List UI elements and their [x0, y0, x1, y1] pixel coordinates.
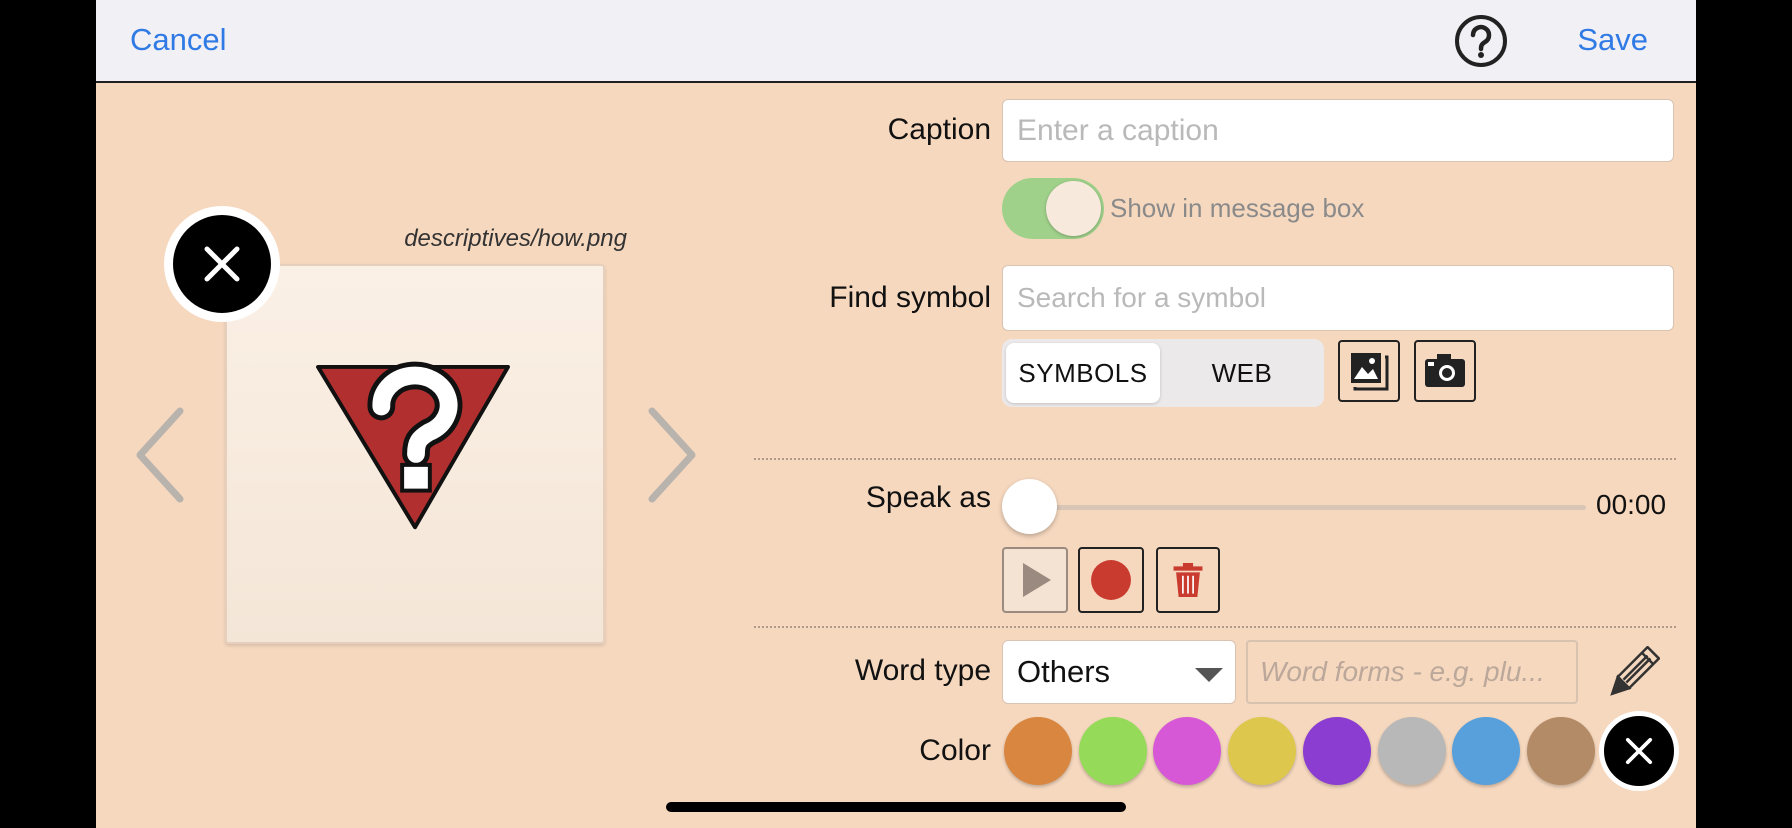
dropdown-arrow-icon — [1195, 668, 1223, 682]
edit-button-screen: Cancel Save descriptives/how.png Caption… — [96, 0, 1696, 828]
section-divider — [754, 626, 1676, 628]
word-forms-input[interactable] — [1246, 640, 1578, 704]
color-label: Color — [919, 734, 991, 767]
symbol-filename: descriptives/how.png — [404, 225, 627, 252]
photo-gallery-button[interactable] — [1338, 340, 1400, 402]
clear-color-button[interactable] — [1599, 711, 1679, 791]
trash-icon — [1173, 563, 1203, 597]
previous-arrow-icon[interactable] — [132, 405, 188, 505]
caption-label: Caption — [887, 113, 991, 146]
help-icon[interactable] — [1454, 14, 1508, 68]
question-triangle-icon — [316, 361, 510, 530]
symbol-preview-card[interactable] — [225, 264, 605, 644]
play-button[interactable] — [1002, 547, 1068, 613]
camera-icon — [1425, 354, 1465, 387]
audio-time: 00:00 — [1596, 489, 1667, 520]
color-swatch[interactable] — [1452, 717, 1521, 785]
camera-button[interactable] — [1414, 340, 1476, 402]
word-type-value: Others — [1017, 654, 1111, 689]
tab-web[interactable]: WEB — [1164, 343, 1320, 403]
caption-input[interactable] — [1002, 99, 1674, 162]
symbol-source-segmented-control: SYMBOLS WEB — [1002, 339, 1324, 407]
cancel-button[interactable]: Cancel — [130, 22, 227, 58]
save-button[interactable]: Save — [1577, 22, 1648, 58]
show-in-message-box-toggle[interactable] — [1002, 178, 1104, 239]
play-icon — [1023, 563, 1051, 597]
symbol-search-input[interactable] — [1002, 265, 1674, 331]
gallery-icon — [1351, 353, 1389, 391]
color-swatch[interactable] — [1302, 717, 1371, 785]
navigation-bar: Cancel Save — [96, 0, 1696, 83]
delete-recording-button[interactable] — [1156, 547, 1220, 613]
find-symbol-label: Find symbol — [829, 281, 991, 314]
audio-scrubber-track[interactable] — [1002, 505, 1586, 510]
color-swatch[interactable] — [1377, 717, 1446, 785]
color-swatch[interactable] — [1526, 717, 1595, 785]
color-swatch[interactable] — [1228, 717, 1297, 785]
speak-as-label: Speak as — [865, 481, 991, 514]
close-icon — [204, 246, 240, 282]
tab-symbols[interactable]: SYMBOLS — [1006, 343, 1160, 403]
record-icon — [1091, 560, 1131, 600]
section-divider — [754, 458, 1676, 460]
next-arrow-icon[interactable] — [644, 405, 700, 505]
home-indicator[interactable] — [666, 802, 1126, 812]
word-type-dropdown[interactable]: Others — [1002, 640, 1236, 704]
close-icon — [1625, 737, 1653, 765]
toggle-knob — [1046, 181, 1101, 236]
color-swatch[interactable] — [1004, 717, 1072, 785]
remove-symbol-button[interactable] — [164, 206, 280, 322]
color-swatch[interactable] — [1153, 717, 1222, 785]
pencil-icon[interactable] — [1604, 646, 1660, 702]
show-in-message-box-label: Show in message box — [1110, 193, 1365, 223]
word-type-label: Word type — [854, 654, 991, 687]
audio-scrubber-thumb[interactable] — [1002, 479, 1057, 534]
color-swatch[interactable] — [1078, 717, 1147, 785]
record-button[interactable] — [1078, 547, 1144, 613]
